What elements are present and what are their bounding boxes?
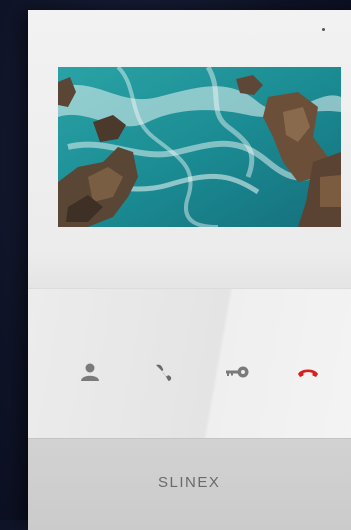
brand-bar: SLINEX <box>28 438 351 530</box>
intercom-monitor: SLINEX <box>28 10 351 530</box>
camera-dot <box>322 28 325 31</box>
ocean-rocks-image <box>58 67 341 227</box>
answer-call-button[interactable] <box>150 359 176 385</box>
user-icon <box>81 363 99 381</box>
monitor-button[interactable] <box>77 359 103 385</box>
bezel-shadow <box>28 250 351 290</box>
hangup-icon <box>298 369 318 377</box>
brand-logo: SLINEX <box>158 474 221 491</box>
handset-answer-icon <box>156 364 172 381</box>
control-panel <box>28 288 351 439</box>
hang-up-button[interactable] <box>295 359 321 385</box>
key-icon <box>226 366 249 378</box>
unlock-door-button[interactable] <box>224 359 250 385</box>
video-screen <box>58 67 341 227</box>
